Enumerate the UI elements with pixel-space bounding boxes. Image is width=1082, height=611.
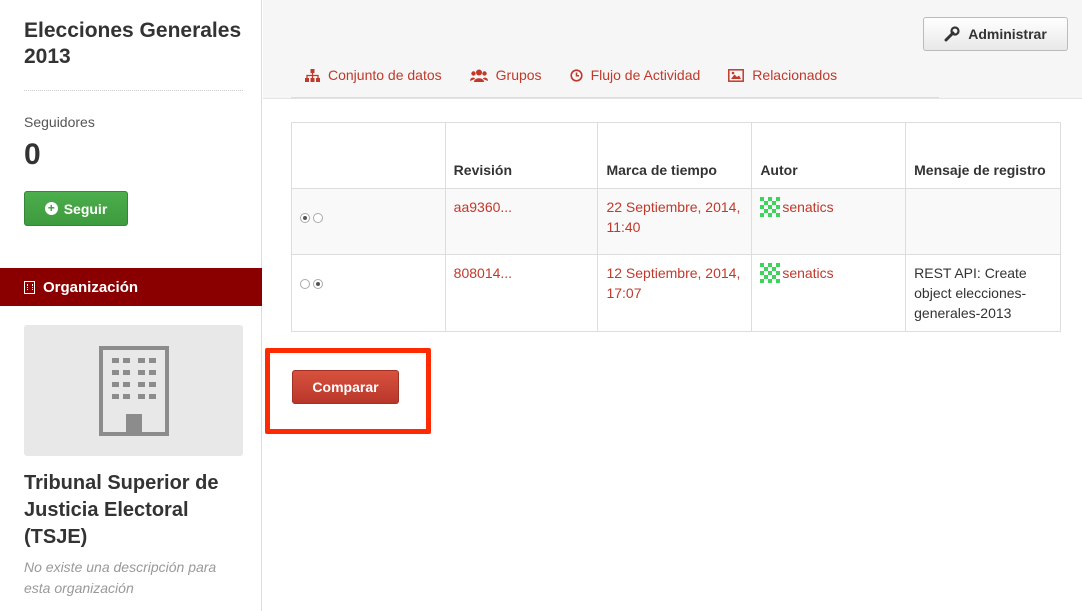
column-header-message: Mensaje de registro	[905, 122, 1061, 189]
followers-label: Seguidores	[24, 114, 95, 130]
sidebar: Elecciones Generales 2013 Seguidores 0 +…	[0, 0, 262, 611]
revisions-table: Revisión Marca de tiempo Autor Mensaje d…	[291, 122, 1061, 332]
message-cell	[905, 188, 1061, 255]
organization-header-label: Organización	[43, 278, 139, 296]
plus-circle-icon: +	[44, 202, 58, 215]
tab-label: Conjunto de datos	[328, 67, 442, 83]
column-header-timestamp: Marca de tiempo	[597, 122, 753, 189]
organization-image[interactable]	[24, 325, 243, 456]
timestamp-cell: 12 Septiembre, 2014, 17:07	[597, 254, 753, 332]
revision-cell: 808014...	[444, 254, 599, 332]
identicon-avatar	[760, 263, 781, 283]
clock-icon	[569, 68, 583, 82]
divider	[24, 90, 243, 91]
author-name: senatics	[782, 265, 834, 281]
table-row: 808014... 12 Septiembre, 2014, 17:07 sen…	[291, 254, 1061, 332]
column-header-select	[291, 122, 446, 189]
organization-name[interactable]: Tribunal Superior de Justicia Electoral …	[24, 470, 254, 551]
compare-button[interactable]: Comparar	[292, 370, 399, 404]
table-row: aa9360... 22 Septiembre, 2014, 11:40 sen…	[291, 188, 1061, 255]
author-link[interactable]: senatics	[760, 263, 834, 283]
followers-count: 0	[24, 138, 41, 171]
timestamp-link[interactable]: 12 Septiembre, 2014, 17:07	[606, 265, 740, 301]
radio-cell	[291, 254, 446, 332]
building-icon	[24, 280, 35, 294]
author-cell: senatics	[751, 254, 907, 332]
revision-cell: aa9360...	[444, 188, 599, 255]
table-header-row: Revisión Marca de tiempo Autor Mensaje d…	[291, 122, 1061, 189]
radio-compare-left[interactable]	[300, 213, 310, 223]
tab-related[interactable]: Relacionados	[714, 57, 851, 93]
organization-description: No existe una descripción para esta orga…	[24, 559, 217, 596]
wrench-icon	[944, 26, 960, 42]
follow-button[interactable]: + Seguir	[24, 191, 128, 226]
tab-bar: Conjunto de datos Grupos Flujo de Activi…	[291, 57, 939, 98]
picture-icon	[728, 68, 745, 82]
tab-datasets[interactable]: Conjunto de datos	[291, 57, 456, 93]
radio-compare-right[interactable]	[313, 213, 323, 223]
author-link[interactable]: senatics	[760, 197, 834, 217]
tab-label: Grupos	[495, 67, 542, 83]
author-cell: senatics	[751, 188, 907, 255]
tab-groups[interactable]: Grupos	[456, 57, 556, 93]
admin-button[interactable]: Administrar	[923, 17, 1068, 51]
message-cell: REST API: Create object elecciones-gener…	[905, 254, 1061, 332]
tab-activity-stream[interactable]: Flujo de Actividad	[556, 57, 715, 93]
users-icon	[469, 69, 488, 82]
identicon-avatar	[760, 197, 781, 217]
author-name: senatics	[782, 199, 834, 215]
revision-link[interactable]: aa9360...	[454, 199, 512, 215]
column-header-revision: Revisión	[444, 122, 599, 189]
building-placeholder-icon	[98, 345, 169, 436]
follow-button-label: Seguir	[63, 200, 108, 217]
main-content: Administrar Conjunto de datos Grupos Flu…	[263, 0, 1082, 611]
radio-cell	[291, 188, 446, 255]
sitemap-icon	[305, 68, 320, 82]
tab-label: Relacionados	[752, 67, 838, 83]
timestamp-link[interactable]: 22 Septiembre, 2014, 11:40	[606, 199, 740, 235]
admin-button-label: Administrar	[968, 26, 1047, 42]
header-bar: Administrar Conjunto de datos Grupos Flu…	[263, 0, 1082, 99]
organization-header: Organización	[0, 268, 262, 306]
dataset-title: Elecciones Generales 2013	[24, 19, 242, 68]
radio-compare-right[interactable]	[313, 279, 323, 289]
radio-compare-left[interactable]	[300, 279, 310, 289]
tab-label: Flujo de Actividad	[590, 67, 701, 83]
column-header-author: Autor	[751, 122, 907, 189]
revision-link[interactable]: 808014...	[454, 265, 512, 281]
timestamp-cell: 22 Septiembre, 2014, 11:40	[597, 188, 753, 255]
